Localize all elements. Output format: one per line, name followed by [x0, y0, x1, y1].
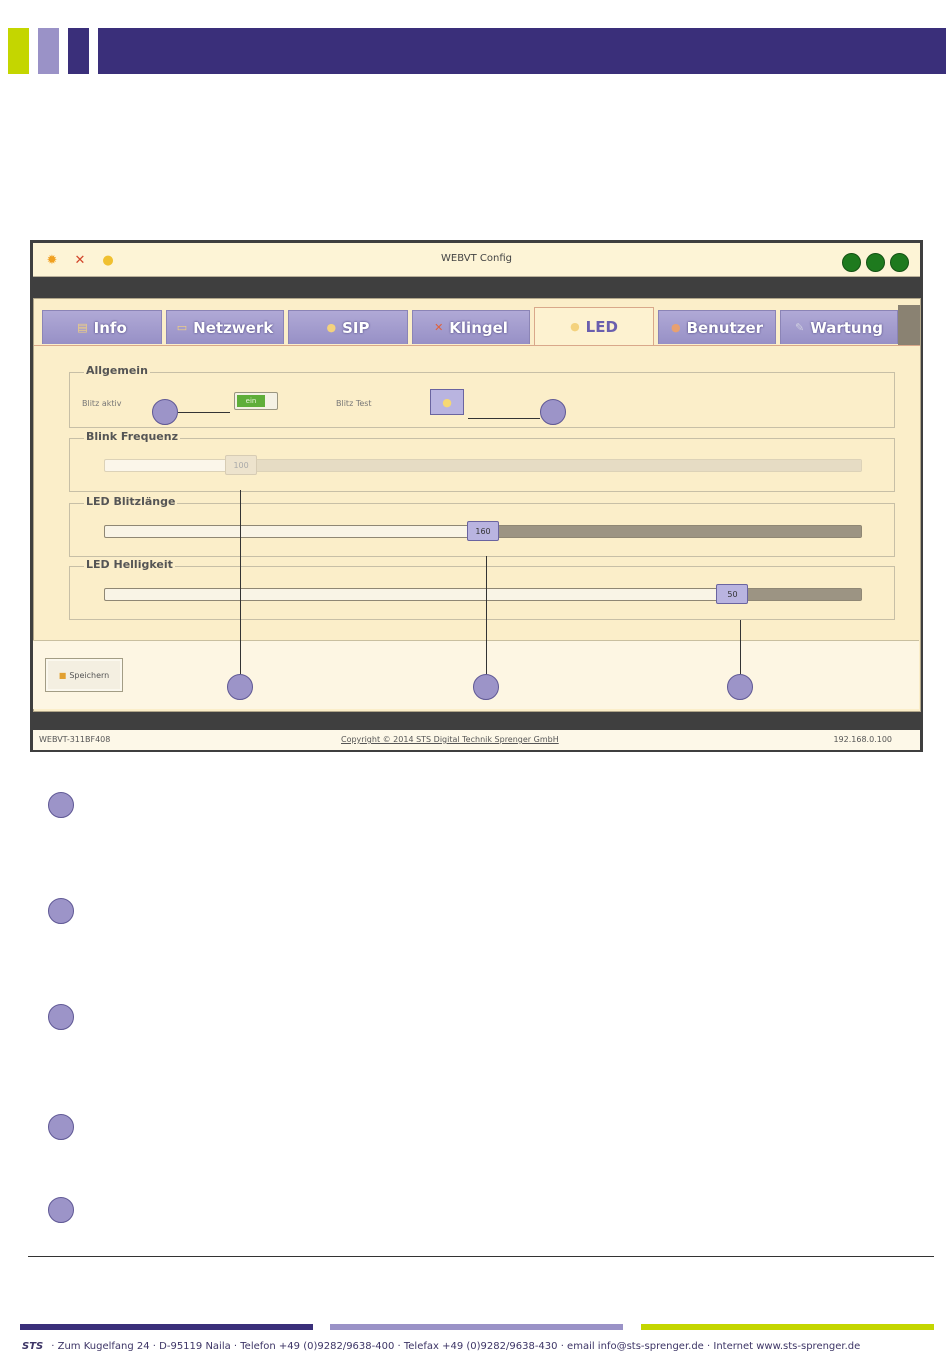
group-legend-allgemein: Allgemein — [84, 364, 150, 377]
footer-bar-navy — [20, 1324, 313, 1330]
status-ip: 192.168.0.100 — [833, 735, 892, 744]
footer-divider — [28, 1256, 934, 1257]
list-marker — [48, 898, 74, 924]
blitz-test-button[interactable]: ● — [430, 389, 464, 415]
tab-benutzer[interactable]: ● Benutzer — [658, 310, 776, 344]
bell-icon: ✕ — [434, 321, 444, 334]
blink-frequenz-slider[interactable]: 100 — [104, 455, 862, 475]
status-dot-2 — [866, 253, 885, 272]
callout-marker-helligkeit — [727, 674, 753, 700]
tab-strip-end — [898, 305, 920, 345]
callout-marker-toggle — [152, 399, 178, 425]
slider-track-fill — [241, 460, 861, 471]
callout-marker-blink — [227, 674, 253, 700]
slider-handle[interactable]: 50 — [716, 584, 749, 604]
header-bar-lavender — [38, 28, 59, 74]
footer-address-text: · Zum Kugelfang 24 · D-95119 Naila · Tel… — [51, 1341, 861, 1352]
toggle-on-segment: ein — [237, 395, 265, 407]
title-bar: ✹ ✕ ● WEBVT Config — [33, 243, 920, 277]
footer-bar-lavender — [330, 1324, 623, 1330]
config-window: ✹ ✕ ● WEBVT Config ▤ Info ▭ Netzwerk ● SIP … — [30, 240, 923, 752]
led-blitzlaenge-slider[interactable]: 160 — [104, 521, 862, 541]
sip-icon: ● — [326, 321, 337, 334]
wrench-icon: ✎ — [794, 321, 805, 334]
slider-handle[interactable]: 100 — [225, 455, 258, 475]
blitz-aktiv-toggle[interactable]: ein — [234, 392, 278, 410]
list-marker — [48, 792, 74, 818]
callout-line-blink — [240, 490, 241, 674]
callout-marker-test — [540, 399, 566, 425]
bulb-icon: ● — [442, 395, 452, 409]
tab-baseline — [34, 345, 920, 346]
callout-line-test — [468, 418, 540, 419]
footer-bar-lime — [641, 1324, 934, 1330]
tab-netzwerk[interactable]: ▭ Netzwerk — [166, 310, 284, 344]
list-marker — [48, 1004, 74, 1030]
group-blink-frequenz: Blink Frequenz 100 — [69, 430, 895, 492]
status-dot-1 — [842, 253, 861, 272]
tab-sip[interactable]: ● SIP — [288, 310, 408, 344]
group-allgemein: Allgemein Blitz aktiv ein Blitz Test ● — [69, 364, 895, 428]
group-led-blitzlaenge: LED Blitzlänge 160 — [69, 495, 895, 557]
status-device-id: WEBVT-311BF408 — [39, 735, 111, 744]
group-legend-blink: Blink Frequenz — [84, 430, 180, 443]
footer-address: STS · Zum Kugelfang 24 · D-95119 Naila · … — [22, 1341, 860, 1352]
network-icon: ▭ — [176, 321, 188, 334]
tab-led[interactable]: ● LED — [534, 307, 654, 345]
tab-wartung[interactable]: ✎ Wartung — [780, 310, 898, 344]
window-title: WEBVT Config — [441, 253, 512, 264]
tab-klingel[interactable]: ✕ Klingel — [412, 310, 530, 344]
callout-marker-blitzlaenge — [473, 674, 499, 700]
callout-line-toggle — [178, 412, 230, 413]
header-bar-navy-main — [98, 28, 946, 74]
status-copyright[interactable]: Copyright © 2014 STS Digital Technik Spr… — [341, 735, 559, 744]
callout-line-helligkeit — [740, 620, 741, 674]
blitz-test-label: Blitz Test — [336, 399, 372, 408]
group-legend-helligkeit: LED Helligkeit — [84, 558, 175, 571]
user-icon: ● — [670, 321, 681, 334]
list-marker — [48, 1114, 74, 1140]
tab-info[interactable]: ▤ Info — [42, 310, 162, 344]
slider-track-fill — [732, 589, 861, 600]
group-legend-blitzlaenge: LED Blitzlänge — [84, 495, 178, 508]
slider-track-fill — [483, 526, 861, 537]
save-button[interactable]: ■ Speichern — [45, 658, 123, 692]
header-bar-navy-small — [68, 28, 89, 74]
status-dot-3 — [890, 253, 909, 272]
save-icon: ■ — [58, 670, 67, 680]
blitz-aktiv-label: Blitz aktiv — [82, 399, 122, 408]
callout-line-blitzlaenge — [486, 556, 487, 674]
led-helligkeit-slider[interactable]: 50 — [104, 584, 862, 604]
header-bar-lime — [8, 28, 29, 74]
list-marker — [48, 1197, 74, 1223]
status-bar: WEBVT-311BF408 Copyright © 2014 STS Digi… — [33, 730, 920, 750]
slider-handle[interactable]: 160 — [467, 521, 499, 541]
bottom-panel: ■ Speichern — [33, 640, 919, 709]
bulb-icon: ● — [570, 320, 580, 333]
info-icon: ▤ — [77, 321, 88, 334]
group-led-helligkeit: LED Helligkeit 50 — [69, 558, 895, 620]
footer-brand: STS — [22, 1341, 44, 1352]
